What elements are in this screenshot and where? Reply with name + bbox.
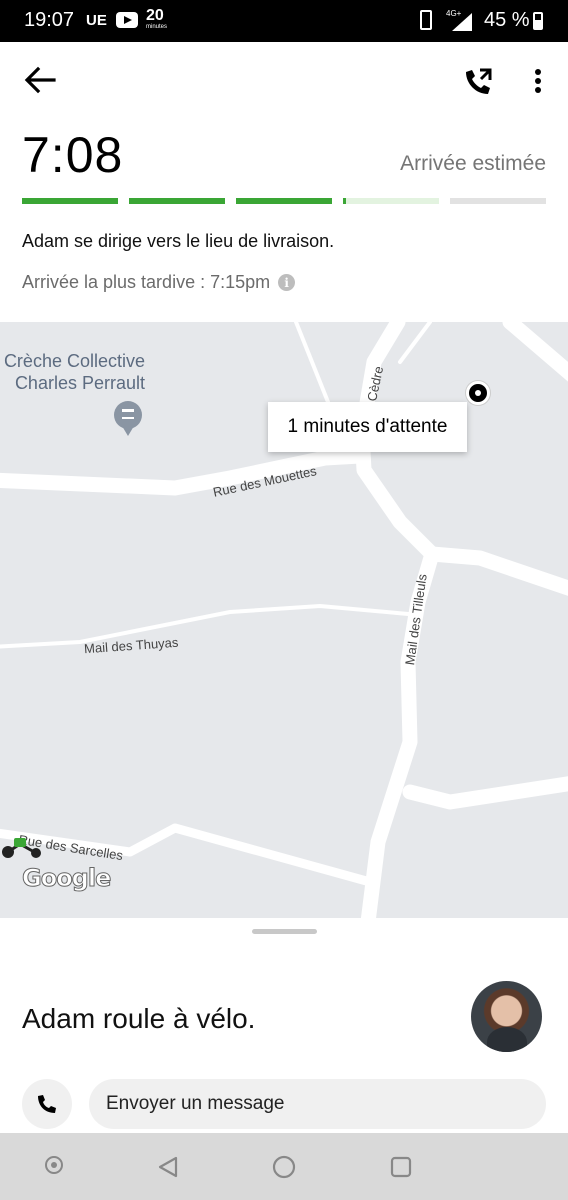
- sheet-drag-handle[interactable]: [252, 929, 317, 934]
- eta-time: 7:08: [22, 127, 124, 183]
- battery-percent: 45 %: [484, 9, 530, 31]
- courier-avatar[interactable]: [471, 981, 542, 1052]
- youtube-icon: [116, 12, 138, 28]
- delivery-map[interactable]: Crèche Collective Charles Perrault Rue d…: [0, 322, 568, 918]
- call-courier-button[interactable]: [22, 1079, 72, 1129]
- signal-icon: [452, 13, 472, 31]
- nav-home-icon[interactable]: [272, 1155, 296, 1179]
- news-app-icon: 20 minutes: [146, 7, 168, 31]
- assistant-icon[interactable]: [44, 1155, 64, 1175]
- progress-segment: [129, 198, 225, 204]
- delivery-status-message: Adam se dirige vers le lieu de livraison…: [22, 231, 335, 251]
- latest-arrival-text: Arrivée la plus tardive : 7:15pm: [22, 272, 271, 292]
- status-time: 19:07: [24, 9, 75, 31]
- more-vertical-icon: [535, 69, 541, 93]
- progress-segment: [450, 198, 546, 204]
- phone-icon: [38, 1095, 56, 1113]
- nav-recents-icon[interactable]: [389, 1155, 413, 1179]
- arrow-left-icon: [24, 66, 56, 94]
- more-options-button[interactable]: [526, 66, 550, 98]
- google-logo: Google: [21, 864, 111, 893]
- wait-time-bubble: 1 minutes d'attente: [268, 402, 467, 452]
- rider-status-text: Adam roule à vélo.: [22, 1003, 256, 1034]
- call-button[interactable]: [462, 66, 494, 98]
- delivery-progress-bar: [22, 198, 546, 204]
- courier-bike-icon: [2, 838, 41, 858]
- message-input[interactable]: [89, 1079, 546, 1129]
- eta-label: Arrivée estimée: [400, 152, 546, 175]
- progress-segment: [22, 198, 118, 204]
- status-bar: 19:07 UE 20 minutes 4G+ 45 %: [0, 0, 568, 42]
- museum-pin-icon[interactable]: [114, 401, 142, 436]
- vibrate-icon: [420, 10, 432, 30]
- progress-segment-current: [343, 198, 439, 204]
- latest-arrival: Arrivée la plus tardive : 7:15pm i: [22, 272, 296, 293]
- destination-marker[interactable]: [466, 381, 490, 405]
- phone-forward-icon: [466, 68, 492, 94]
- poi-name: Crèche Collective Charles Perrault: [3, 351, 145, 393]
- battery-icon: [533, 12, 543, 30]
- nav-back-icon[interactable]: [156, 1155, 180, 1179]
- carrier-label: UE: [86, 12, 107, 29]
- info-icon[interactable]: i: [278, 274, 296, 291]
- back-button[interactable]: [22, 62, 58, 98]
- progress-segment: [236, 198, 332, 204]
- system-nav-bar: [0, 1133, 568, 1200]
